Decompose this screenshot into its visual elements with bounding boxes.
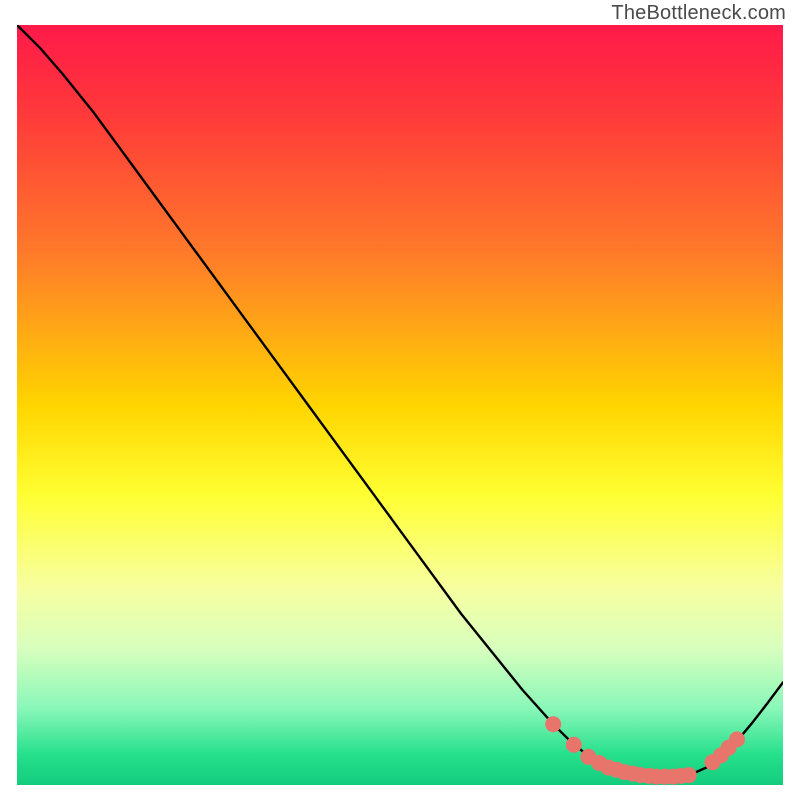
chart-container: TheBottleneck.com xyxy=(0,0,800,800)
marker-dot xyxy=(681,767,697,783)
chart-plot xyxy=(17,25,783,785)
marker-dot xyxy=(729,731,745,747)
marker-dot xyxy=(566,737,582,753)
watermark-text: TheBottleneck.com xyxy=(611,2,786,25)
chart-svg xyxy=(17,25,783,785)
marker-dot xyxy=(545,716,561,732)
